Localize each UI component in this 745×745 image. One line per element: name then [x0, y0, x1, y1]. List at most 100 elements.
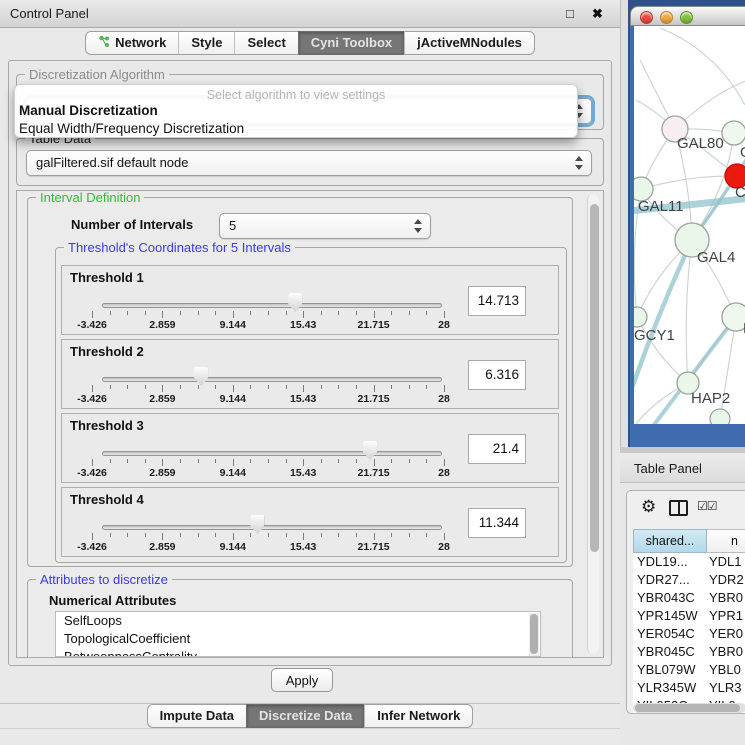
- slider-track[interactable]: [102, 303, 442, 308]
- tick-mark: [233, 533, 234, 540]
- tick-label: 2.859: [132, 467, 192, 479]
- network-node-g[interactable]: [722, 121, 745, 145]
- tick-mark: [268, 311, 269, 315]
- tick-label: 15.43: [273, 541, 333, 553]
- tick-mark: [215, 533, 216, 537]
- minimize-traffic-light-icon[interactable]: [660, 11, 673, 24]
- panel-scrollbar[interactable]: [587, 194, 599, 654]
- settings-scroll-panel: Interval Definition Number of Intervals …: [16, 190, 604, 658]
- tick-label: -3.426: [62, 467, 122, 479]
- slider-handle[interactable]: [288, 293, 302, 312]
- table-row[interactable]: YPR145WYPR1: [633, 607, 745, 625]
- threshold-value-field[interactable]: 14.713: [468, 286, 526, 316]
- table-row[interactable]: YBR045CYBR0: [633, 643, 745, 661]
- attributes-scrollbar[interactable]: [529, 613, 539, 657]
- network-node-h[interactable]: [722, 303, 745, 331]
- network-canvas[interactable]: GAL80GCGAL11GAL4GCY1HHAP2: [628, 0, 745, 447]
- tick-mark: [286, 459, 287, 463]
- table-data-combobox[interactable]: galFiltered.sif default node: [26, 150, 592, 176]
- tab-style[interactable]: Style: [178, 31, 234, 55]
- table-row[interactable]: YER054CYER0: [633, 625, 745, 643]
- tick-mark: [444, 385, 445, 392]
- tick-mark: [215, 311, 216, 315]
- discretization-algorithm-label: Discretization Algorithm: [25, 67, 169, 82]
- threshold-box-4: Threshold 4-3.4262.8599.14415.4321.71528…: [61, 487, 559, 557]
- split-view-icon[interactable]: [669, 500, 688, 516]
- network-window-titlebar[interactable]: [630, 6, 745, 26]
- cell-shared-name: YLR345W: [637, 680, 696, 695]
- tick-mark: [426, 385, 427, 389]
- tab-cyni-toolbox[interactable]: Cyni Toolbox: [298, 31, 404, 55]
- close-icon[interactable]: ✖: [592, 6, 603, 22]
- tab-jactivemnodules[interactable]: jActiveMNodules: [404, 31, 535, 55]
- apply-button[interactable]: Apply: [271, 668, 333, 692]
- threshold-label: Threshold 1: [70, 270, 144, 285]
- cell-name: YBL0: [709, 662, 741, 677]
- threshold-value-field[interactable]: 11.344: [468, 508, 526, 538]
- cell-shared-name: YBR045C: [637, 644, 695, 659]
- tick-mark: [426, 459, 427, 463]
- slider-track[interactable]: [102, 451, 442, 456]
- tick-mark: [303, 459, 304, 466]
- threshold-value-field[interactable]: 21.4: [468, 434, 526, 464]
- threshold-label: Threshold 2: [70, 344, 144, 359]
- node-label: C: [735, 184, 745, 201]
- tab-label: Discretize Data: [259, 708, 352, 723]
- tab-label: Network: [115, 35, 166, 50]
- tick-mark: [145, 385, 146, 389]
- slider-track[interactable]: [102, 525, 442, 530]
- popup-option-equal-width[interactable]: Equal Width/Frequency Discretization: [19, 121, 244, 136]
- tick-mark: [198, 385, 199, 389]
- control-panel: Control Panel □ ✖ NetworkStyleSelectCyni…: [0, 0, 620, 745]
- attribute-item[interactable]: TopologicalCoefficient: [56, 630, 540, 648]
- tick-label: 9.144: [203, 393, 263, 405]
- tab-discretize-data[interactable]: Discretize Data: [246, 704, 364, 728]
- tick-mark: [162, 311, 163, 318]
- tab-infer-network[interactable]: Infer Network: [364, 704, 473, 728]
- tick-mark: [250, 385, 251, 389]
- column-header-shared-name[interactable]: shared...: [633, 529, 707, 553]
- table-row[interactable]: YDL19...YDL1: [633, 553, 745, 571]
- slider-handle[interactable]: [363, 441, 377, 460]
- close-traffic-light-icon[interactable]: [640, 11, 653, 24]
- tick-mark: [145, 533, 146, 537]
- number-of-intervals-combobox[interactable]: 5: [219, 213, 431, 239]
- table-row[interactable]: YLR345WYLR3: [633, 679, 745, 697]
- tick-mark: [233, 385, 234, 392]
- threshold-value-field[interactable]: 6.316: [468, 360, 526, 390]
- slider-track[interactable]: [102, 377, 442, 382]
- attribute-item[interactable]: SelfLoops: [56, 612, 540, 630]
- popup-option-manual[interactable]: Manual Discretization: [19, 103, 158, 118]
- table-row[interactable]: YBL079WYBL0: [633, 661, 745, 679]
- tab-select[interactable]: Select: [234, 31, 297, 55]
- tab-impute-data[interactable]: Impute Data: [147, 704, 246, 728]
- tick-mark: [268, 385, 269, 389]
- attribute-item[interactable]: BetweennessCentrality: [56, 648, 540, 657]
- table-row[interactable]: YBR043CYBR0: [633, 589, 745, 607]
- cell-shared-name: YDR27...: [637, 572, 690, 587]
- tick-mark: [198, 533, 199, 537]
- tab-network[interactable]: Network: [85, 31, 178, 55]
- tick-mark: [162, 385, 163, 392]
- algorithm-dropdown-popup: Select algorithm to view settings Manual…: [14, 84, 578, 138]
- table-row[interactable]: YDR27...YDR2: [633, 571, 745, 589]
- gear-icon[interactable]: ⚙: [641, 497, 656, 517]
- tick-mark: [391, 311, 392, 315]
- tick-mark: [374, 459, 375, 466]
- tick-mark: [162, 533, 163, 540]
- tick-mark: [92, 385, 93, 392]
- slider-handle[interactable]: [250, 515, 264, 534]
- tick-mark: [409, 459, 410, 463]
- cell-shared-name: YPR145W: [637, 608, 698, 623]
- slider-handle[interactable]: [194, 367, 208, 386]
- tick-label: 15.43: [273, 467, 333, 479]
- table-horizontal-scrollbar[interactable]: [633, 703, 745, 713]
- float-window-icon[interactable]: □: [566, 6, 574, 21]
- tick-mark: [145, 311, 146, 315]
- select-columns-icon[interactable]: ☑☑: [697, 499, 717, 513]
- column-header-name[interactable]: n: [707, 529, 745, 553]
- cell-shared-name: YBR043C: [637, 590, 695, 605]
- tick-mark: [409, 533, 410, 537]
- zoom-traffic-light-icon[interactable]: [680, 11, 693, 24]
- numerical-attributes-list[interactable]: SelfLoopsTopologicalCoefficientBetweenne…: [55, 611, 541, 657]
